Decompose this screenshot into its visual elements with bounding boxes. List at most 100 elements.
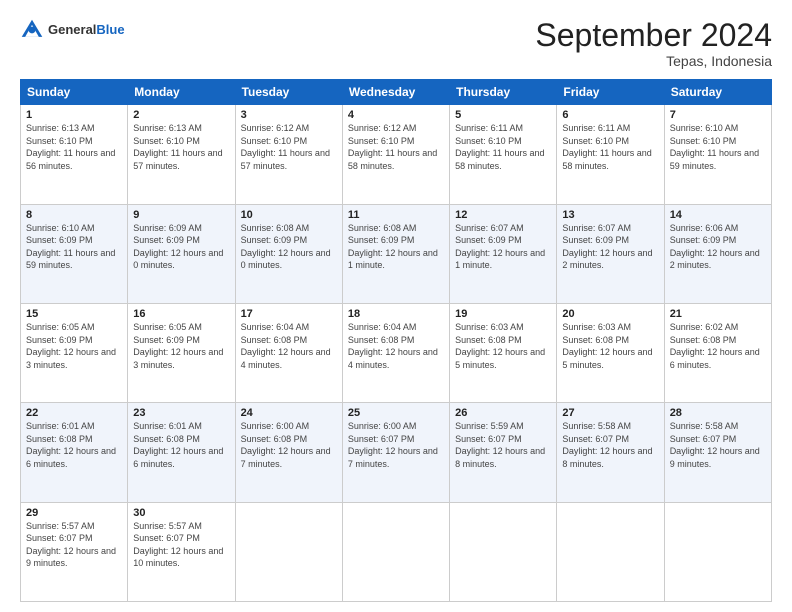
day-number: 7 bbox=[670, 109, 766, 121]
day-info: Sunrise: 6:08 AMSunset: 6:09 PMDaylight:… bbox=[241, 222, 337, 272]
day-cell: 7Sunrise: 6:10 AMSunset: 6:10 PMDaylight… bbox=[664, 105, 771, 204]
day-number: 30 bbox=[133, 507, 229, 519]
day-number: 15 bbox=[26, 308, 122, 320]
logo-icon bbox=[20, 18, 44, 42]
title-block: September 2024 Tepas, Indonesia bbox=[535, 18, 772, 69]
day-info: Sunrise: 6:00 AMSunset: 6:07 PMDaylight:… bbox=[348, 420, 444, 470]
day-info: Sunrise: 5:57 AMSunset: 6:07 PMDaylight:… bbox=[26, 520, 122, 570]
day-number: 13 bbox=[562, 209, 658, 221]
day-number: 27 bbox=[562, 407, 658, 419]
day-info: Sunrise: 6:01 AMSunset: 6:08 PMDaylight:… bbox=[133, 420, 229, 470]
day-number: 6 bbox=[562, 109, 658, 121]
day-cell: 27Sunrise: 5:58 AMSunset: 6:07 PMDayligh… bbox=[557, 403, 664, 502]
day-info: Sunrise: 6:02 AMSunset: 6:08 PMDaylight:… bbox=[670, 321, 766, 371]
day-cell: 9Sunrise: 6:09 AMSunset: 6:09 PMDaylight… bbox=[128, 204, 235, 303]
day-info: Sunrise: 6:11 AMSunset: 6:10 PMDaylight:… bbox=[455, 122, 551, 172]
day-info: Sunrise: 6:12 AMSunset: 6:10 PMDaylight:… bbox=[241, 122, 337, 172]
day-number: 29 bbox=[26, 507, 122, 519]
day-cell: 11Sunrise: 6:08 AMSunset: 6:09 PMDayligh… bbox=[342, 204, 449, 303]
day-number: 21 bbox=[670, 308, 766, 320]
day-cell: 16Sunrise: 6:05 AMSunset: 6:09 PMDayligh… bbox=[128, 303, 235, 402]
day-number: 23 bbox=[133, 407, 229, 419]
day-cell: 13Sunrise: 6:07 AMSunset: 6:09 PMDayligh… bbox=[557, 204, 664, 303]
day-number: 8 bbox=[26, 209, 122, 221]
day-cell: 20Sunrise: 6:03 AMSunset: 6:08 PMDayligh… bbox=[557, 303, 664, 402]
day-cell: 12Sunrise: 6:07 AMSunset: 6:09 PMDayligh… bbox=[450, 204, 557, 303]
day-info: Sunrise: 6:03 AMSunset: 6:08 PMDaylight:… bbox=[455, 321, 551, 371]
day-cell bbox=[664, 502, 771, 601]
day-cell: 4Sunrise: 6:12 AMSunset: 6:10 PMDaylight… bbox=[342, 105, 449, 204]
logo: GeneralBlue bbox=[20, 18, 125, 42]
day-number: 4 bbox=[348, 109, 444, 121]
day-info: Sunrise: 6:04 AMSunset: 6:08 PMDaylight:… bbox=[348, 321, 444, 371]
day-info: Sunrise: 5:58 AMSunset: 6:07 PMDaylight:… bbox=[562, 420, 658, 470]
day-cell: 1Sunrise: 6:13 AMSunset: 6:10 PMDaylight… bbox=[21, 105, 128, 204]
day-info: Sunrise: 6:13 AMSunset: 6:10 PMDaylight:… bbox=[26, 122, 122, 172]
day-info: Sunrise: 6:09 AMSunset: 6:09 PMDaylight:… bbox=[133, 222, 229, 272]
day-number: 28 bbox=[670, 407, 766, 419]
day-number: 25 bbox=[348, 407, 444, 419]
day-info: Sunrise: 6:07 AMSunset: 6:09 PMDaylight:… bbox=[455, 222, 551, 272]
dow-header-saturday: Saturday bbox=[664, 80, 771, 105]
day-number: 3 bbox=[241, 109, 337, 121]
day-cell: 25Sunrise: 6:00 AMSunset: 6:07 PMDayligh… bbox=[342, 403, 449, 502]
day-number: 18 bbox=[348, 308, 444, 320]
week-row-2: 8Sunrise: 6:10 AMSunset: 6:09 PMDaylight… bbox=[21, 204, 772, 303]
dow-header-monday: Monday bbox=[128, 80, 235, 105]
page: GeneralBlue September 2024 Tepas, Indone… bbox=[0, 0, 792, 612]
day-number: 2 bbox=[133, 109, 229, 121]
month-title: September 2024 bbox=[535, 18, 772, 53]
day-cell: 18Sunrise: 6:04 AMSunset: 6:08 PMDayligh… bbox=[342, 303, 449, 402]
day-info: Sunrise: 6:10 AMSunset: 6:09 PMDaylight:… bbox=[26, 222, 122, 272]
day-info: Sunrise: 5:58 AMSunset: 6:07 PMDaylight:… bbox=[670, 420, 766, 470]
day-number: 10 bbox=[241, 209, 337, 221]
logo-text: GeneralBlue bbox=[48, 23, 125, 37]
day-info: Sunrise: 5:59 AMSunset: 6:07 PMDaylight:… bbox=[455, 420, 551, 470]
day-number: 19 bbox=[455, 308, 551, 320]
day-info: Sunrise: 6:05 AMSunset: 6:09 PMDaylight:… bbox=[133, 321, 229, 371]
week-row-3: 15 Sunrise: 6:05 AMSunset: 6:09 PMDayligh… bbox=[21, 303, 772, 402]
day-cell: 22Sunrise: 6:01 AMSunset: 6:08 PMDayligh… bbox=[21, 403, 128, 502]
day-cell: 3Sunrise: 6:12 AMSunset: 6:10 PMDaylight… bbox=[235, 105, 342, 204]
day-cell: 30Sunrise: 5:57 AMSunset: 6:07 PMDayligh… bbox=[128, 502, 235, 601]
day-number: 1 bbox=[26, 109, 122, 121]
day-cell: 23Sunrise: 6:01 AMSunset: 6:08 PMDayligh… bbox=[128, 403, 235, 502]
day-number: 20 bbox=[562, 308, 658, 320]
calendar-table: SundayMondayTuesdayWednesdayThursdayFrid… bbox=[20, 79, 772, 602]
day-info: Sunrise: 6:00 AMSunset: 6:08 PMDaylight:… bbox=[241, 420, 337, 470]
day-info: Sunrise: 6:03 AMSunset: 6:08 PMDaylight:… bbox=[562, 321, 658, 371]
day-cell: 28Sunrise: 5:58 AMSunset: 6:07 PMDayligh… bbox=[664, 403, 771, 502]
day-number: 24 bbox=[241, 407, 337, 419]
day-cell bbox=[450, 502, 557, 601]
dow-header-wednesday: Wednesday bbox=[342, 80, 449, 105]
day-cell: 5Sunrise: 6:11 AMSunset: 6:10 PMDaylight… bbox=[450, 105, 557, 204]
day-info: Sunrise: 6:04 AMSunset: 6:08 PMDaylight:… bbox=[241, 321, 337, 371]
day-cell: 26Sunrise: 5:59 AMSunset: 6:07 PMDayligh… bbox=[450, 403, 557, 502]
day-cell: 19Sunrise: 6:03 AMSunset: 6:08 PMDayligh… bbox=[450, 303, 557, 402]
dow-header-sunday: Sunday bbox=[21, 80, 128, 105]
day-info: Sunrise: 5:57 AMSunset: 6:07 PMDaylight:… bbox=[133, 520, 229, 570]
day-number: 22 bbox=[26, 407, 122, 419]
day-info: Sunrise: 6:08 AMSunset: 6:09 PMDaylight:… bbox=[348, 222, 444, 272]
dow-header-friday: Friday bbox=[557, 80, 664, 105]
day-info: Sunrise: 6:07 AMSunset: 6:09 PMDaylight:… bbox=[562, 222, 658, 272]
week-row-4: 22Sunrise: 6:01 AMSunset: 6:08 PMDayligh… bbox=[21, 403, 772, 502]
header: GeneralBlue September 2024 Tepas, Indone… bbox=[20, 18, 772, 69]
day-cell bbox=[557, 502, 664, 601]
day-cell bbox=[235, 502, 342, 601]
day-number: 14 bbox=[670, 209, 766, 221]
day-of-week-row: SundayMondayTuesdayWednesdayThursdayFrid… bbox=[21, 80, 772, 105]
day-number: 16 bbox=[133, 308, 229, 320]
week-row-5: 29Sunrise: 5:57 AMSunset: 6:07 PMDayligh… bbox=[21, 502, 772, 601]
location: Tepas, Indonesia bbox=[535, 53, 772, 69]
day-cell: 10Sunrise: 6:08 AMSunset: 6:09 PMDayligh… bbox=[235, 204, 342, 303]
dow-header-thursday: Thursday bbox=[450, 80, 557, 105]
day-cell: 14Sunrise: 6:06 AMSunset: 6:09 PMDayligh… bbox=[664, 204, 771, 303]
day-cell: 21Sunrise: 6:02 AMSunset: 6:08 PMDayligh… bbox=[664, 303, 771, 402]
day-cell: 2Sunrise: 6:13 AMSunset: 6:10 PMDaylight… bbox=[128, 105, 235, 204]
day-cell: 24Sunrise: 6:00 AMSunset: 6:08 PMDayligh… bbox=[235, 403, 342, 502]
day-info: Sunrise: 6:01 AMSunset: 6:08 PMDaylight:… bbox=[26, 420, 122, 470]
day-cell: 29Sunrise: 5:57 AMSunset: 6:07 PMDayligh… bbox=[21, 502, 128, 601]
day-info: Sunrise: 6:10 AMSunset: 6:10 PMDaylight:… bbox=[670, 122, 766, 172]
day-info: Sunrise: 6:13 AMSunset: 6:10 PMDaylight:… bbox=[133, 122, 229, 172]
